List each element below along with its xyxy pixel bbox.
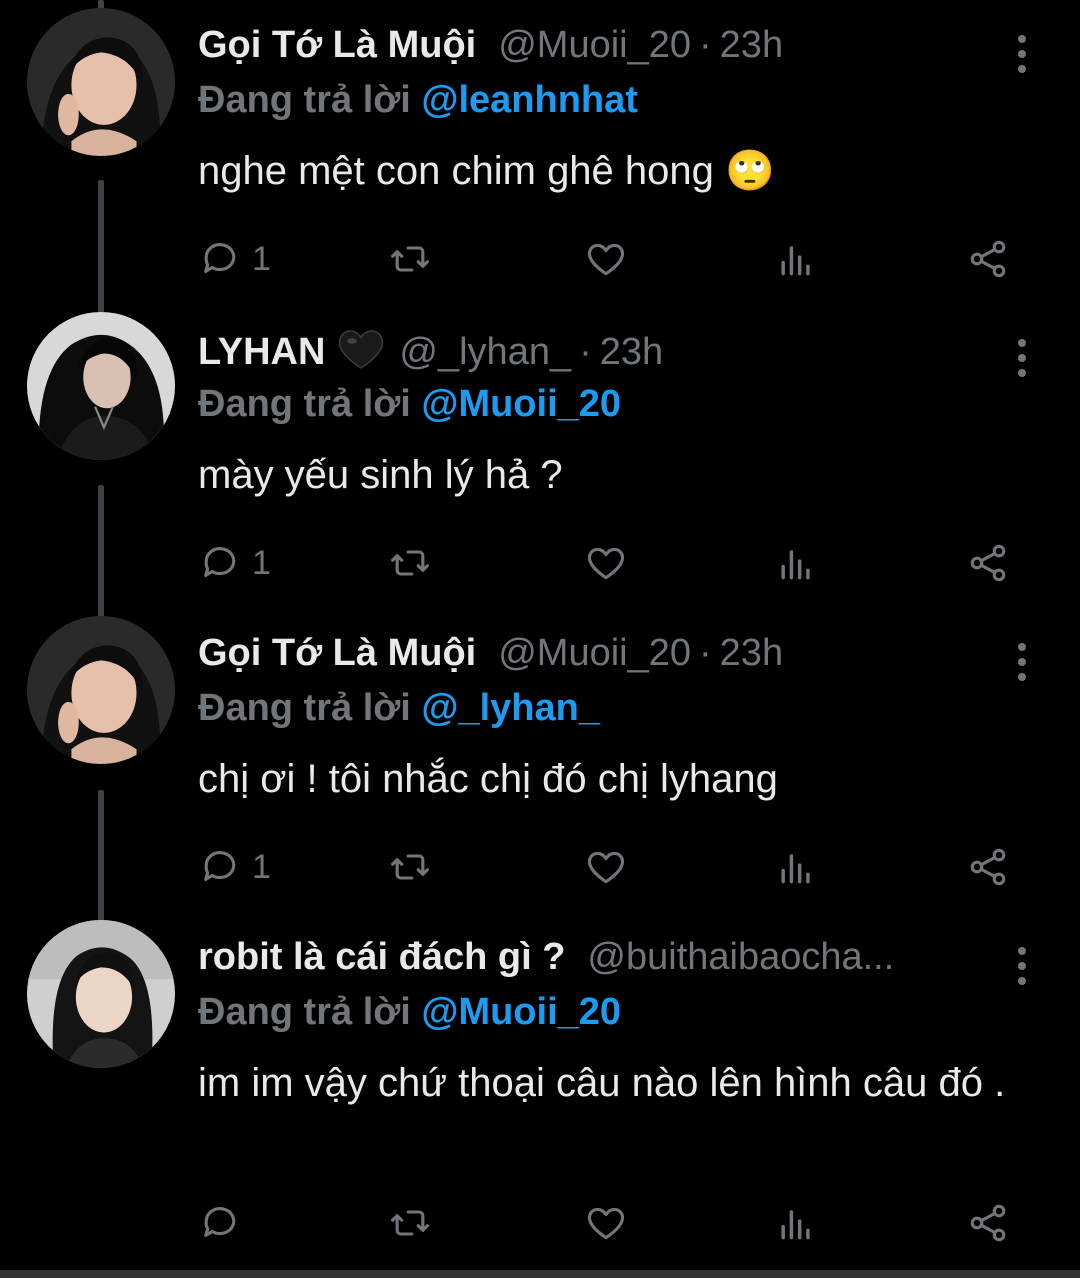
share-button[interactable] bbox=[966, 1198, 1010, 1248]
share-button[interactable] bbox=[966, 538, 1010, 588]
more-options-icon[interactable] bbox=[1010, 936, 1034, 996]
reply-button[interactable]: 1 bbox=[198, 842, 271, 892]
tweet-text: nghe mệt con chim ghê hong 🙄 bbox=[198, 149, 775, 193]
share-button[interactable] bbox=[966, 842, 1010, 892]
retweet-icon bbox=[391, 1210, 429, 1236]
user-handle[interactable]: @_lyhan_ bbox=[399, 331, 571, 373]
reply-button[interactable]: 1 bbox=[198, 234, 271, 284]
tweet-actions: 1 bbox=[198, 842, 1028, 892]
avatar-image bbox=[27, 312, 175, 460]
share-icon bbox=[970, 240, 1006, 278]
user-handle[interactable]: @Muoii_20 bbox=[498, 632, 691, 674]
retweet-button[interactable] bbox=[388, 538, 432, 588]
timestamp[interactable]: 23h bbox=[720, 632, 783, 674]
share-button[interactable] bbox=[966, 234, 1010, 284]
tweet-header: Gọi Tớ Là Muội @Muoii_20 · 23h bbox=[198, 24, 1010, 84]
like-button[interactable] bbox=[584, 1198, 628, 1248]
tweet[interactable]: Gọi Tớ Là Muội @Muoii_20 · 23h Đang trả lời… bbox=[0, 8, 1080, 314]
reply-button[interactable] bbox=[198, 1198, 242, 1248]
like-button[interactable] bbox=[584, 538, 628, 588]
reply-icon bbox=[204, 1207, 236, 1238]
user-handle[interactable]: @Muoii_20 bbox=[498, 24, 691, 66]
tweet-header: robit là cái đách gì ? @buithaibaocha... bbox=[198, 936, 1010, 996]
replying-to: Đang trả lời @Muoii_20 bbox=[198, 383, 621, 426]
replying-to-label: Đang trả lời bbox=[198, 383, 411, 425]
share-icon bbox=[970, 544, 1006, 582]
avatar[interactable] bbox=[27, 312, 175, 460]
replying-to: Đang trả lời @Muoii_20 bbox=[198, 991, 621, 1034]
heart-icon bbox=[587, 851, 625, 884]
timestamp[interactable]: 23h bbox=[600, 331, 663, 373]
share-icon bbox=[970, 848, 1006, 886]
reply-count: 1 bbox=[252, 543, 271, 582]
heart-icon bbox=[587, 547, 625, 580]
reply-icon bbox=[204, 851, 236, 882]
replying-to-label: Đang trả lời bbox=[198, 991, 411, 1033]
analytics-icon bbox=[781, 1210, 810, 1240]
analytics-icon bbox=[781, 854, 810, 884]
like-button[interactable] bbox=[584, 842, 628, 892]
retweet-icon bbox=[391, 246, 429, 272]
divider bbox=[0, 1270, 1080, 1278]
separator-dot: · bbox=[579, 331, 592, 373]
display-name[interactable]: Gọi Tớ Là Muội bbox=[198, 632, 476, 674]
analytics-icon bbox=[781, 246, 810, 276]
tweet-header: Gọi Tớ Là Muội @Muoii_20 · 23h bbox=[198, 632, 1010, 692]
analytics-button[interactable] bbox=[774, 538, 818, 588]
avatar-image bbox=[27, 8, 175, 156]
reply-count: 1 bbox=[252, 239, 271, 278]
mention-link[interactable]: @Muoii_20 bbox=[421, 991, 621, 1033]
heart-icon bbox=[587, 1207, 625, 1240]
more-options-icon[interactable] bbox=[1010, 632, 1034, 692]
replying-to-label: Đang trả lời bbox=[198, 687, 411, 729]
display-name[interactable]: robit là cái đách gì ? bbox=[198, 936, 565, 978]
timestamp[interactable]: 23h bbox=[720, 24, 783, 66]
reply-icon bbox=[204, 243, 236, 274]
avatar[interactable] bbox=[27, 616, 175, 764]
replying-to-label: Đang trả lời bbox=[198, 79, 411, 121]
mention-link[interactable]: @leanhnhat bbox=[421, 79, 638, 121]
tweet-actions: 1 bbox=[198, 538, 1028, 588]
tweet-text: mày yếu sinh lý hả ? bbox=[198, 453, 563, 497]
reply-button[interactable]: 1 bbox=[198, 538, 271, 588]
replying-to: Đang trả lời @_lyhan_ bbox=[198, 687, 600, 730]
reply-count: 1 bbox=[252, 847, 271, 886]
user-handle[interactable]: @buithaibaocha... bbox=[587, 936, 894, 978]
like-button[interactable] bbox=[584, 234, 628, 284]
tweet[interactable]: LYHAN @_lyhan_ · 23h Đang trả lời @Muoii_20… bbox=[0, 312, 1080, 618]
analytics-button[interactable] bbox=[774, 842, 818, 892]
tweet-text: im im vậy chứ thoại câu nào lên hình câu… bbox=[198, 1061, 1006, 1105]
display-name[interactable]: Gọi Tớ Là Muội bbox=[198, 24, 476, 66]
more-options-icon[interactable] bbox=[1010, 328, 1034, 388]
separator-dot: · bbox=[699, 24, 712, 66]
mention-link[interactable]: @Muoii_20 bbox=[421, 383, 621, 425]
tweet-header: LYHAN @_lyhan_ · 23h bbox=[198, 328, 1010, 388]
avatar[interactable] bbox=[27, 8, 175, 156]
retweet-icon bbox=[391, 854, 429, 880]
avatar[interactable] bbox=[27, 920, 175, 1068]
separator-dot: · bbox=[699, 632, 712, 674]
reply-icon bbox=[204, 547, 236, 578]
display-name[interactable]: LYHAN bbox=[198, 331, 325, 373]
retweet-button[interactable] bbox=[388, 1198, 432, 1248]
retweet-icon bbox=[391, 550, 429, 576]
heart-icon bbox=[587, 243, 625, 276]
mention-link[interactable]: @_lyhan_ bbox=[421, 687, 600, 729]
tweet[interactable]: robit là cái đách gì ? @buithaibaocha... … bbox=[0, 920, 1080, 1266]
avatar-image bbox=[27, 616, 175, 764]
tweet-text: chị ơi ! tôi nhắc chị đó chị lyhang bbox=[198, 757, 778, 801]
retweet-button[interactable] bbox=[388, 234, 432, 284]
tweet-actions: 1 bbox=[198, 234, 1028, 284]
analytics-button[interactable] bbox=[774, 1198, 818, 1248]
tweet-actions bbox=[198, 1198, 1028, 1248]
black-heart-icon bbox=[337, 328, 385, 375]
more-options-icon[interactable] bbox=[1010, 24, 1034, 84]
replying-to: Đang trả lời @leanhnhat bbox=[198, 79, 638, 122]
analytics-icon bbox=[781, 550, 810, 580]
avatar-image bbox=[27, 920, 175, 1068]
analytics-button[interactable] bbox=[774, 234, 818, 284]
share-icon bbox=[970, 1204, 1006, 1242]
retweet-button[interactable] bbox=[388, 842, 432, 892]
tweet[interactable]: Gọi Tớ Là Muội @Muoii_20 · 23h Đang trả lời… bbox=[0, 616, 1080, 922]
